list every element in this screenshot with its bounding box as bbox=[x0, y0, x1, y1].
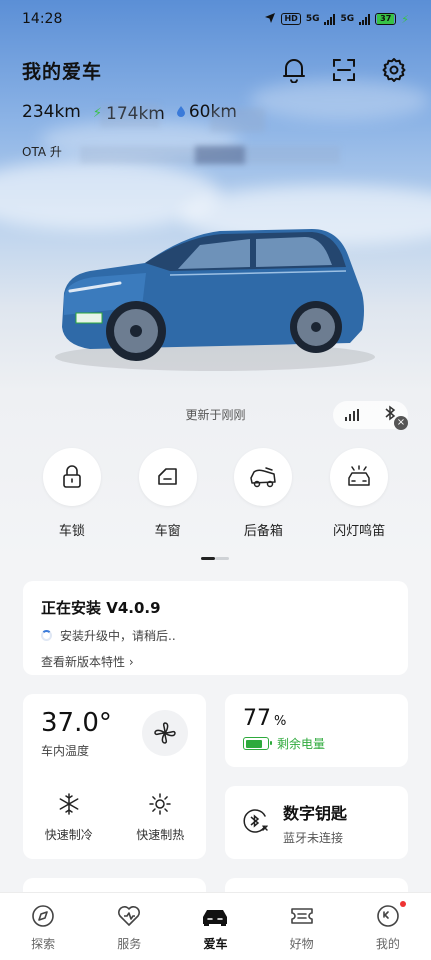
settings-icon[interactable] bbox=[379, 55, 409, 85]
header: 我的爱车 bbox=[22, 52, 409, 88]
battery-indicator: 37 bbox=[375, 13, 397, 25]
quick-cool-label: 快速制冷 bbox=[44, 828, 93, 842]
location-icon bbox=[264, 12, 276, 27]
control-lock[interactable]: 车锁 bbox=[37, 448, 107, 539]
tab-label: 服务 bbox=[117, 937, 142, 951]
page-title: 我的爱车 bbox=[22, 60, 103, 83]
tab-shop[interactable]: 好物 bbox=[272, 903, 332, 960]
bell-icon[interactable] bbox=[279, 55, 309, 85]
explore-icon bbox=[32, 905, 54, 927]
tab-explore[interactable]: 探索 bbox=[13, 903, 73, 960]
privacy-blur bbox=[100, 104, 160, 128]
tab-label: 我的 bbox=[375, 937, 400, 951]
battery-status: 剩余电量 bbox=[243, 735, 390, 752]
status-indicators: HD 5G 5G 37 ⚡ bbox=[264, 12, 409, 27]
charging-icon: ⚡ bbox=[401, 12, 409, 26]
ota-update-card[interactable]: 正在安装 V4.0.9 安装升级中，请稍后.. 查看新版本特性 › bbox=[23, 581, 408, 675]
status-bar: 14:28 HD 5G 5G 37 ⚡ bbox=[0, 0, 431, 38]
control-flash-horn[interactable]: 闪灯鸣笛 bbox=[324, 448, 394, 539]
control-window[interactable]: 车窗 bbox=[133, 448, 203, 539]
car-image[interactable] bbox=[50, 215, 380, 380]
sun-icon bbox=[149, 793, 171, 815]
tab-my-car[interactable]: 爱车 bbox=[185, 903, 245, 960]
quick-controls: 车锁 车窗 后备箱 闪灯鸣笛 bbox=[0, 448, 431, 539]
flash-horn-icon bbox=[330, 448, 389, 506]
tab-label: 探索 bbox=[31, 937, 56, 951]
tab-service[interactable]: 服务 bbox=[99, 903, 159, 960]
privacy-blur bbox=[210, 108, 265, 132]
car-icon bbox=[203, 910, 228, 926]
privacy-blur bbox=[195, 146, 245, 164]
fuel-drop-icon bbox=[176, 102, 185, 122]
quick-heat-button[interactable]: 快速制热 bbox=[136, 792, 184, 843]
digital-key-status: 蓝牙未连接 bbox=[283, 830, 344, 845]
tab-label: 好物 bbox=[289, 937, 314, 951]
battery-card[interactable]: 77% 剩余电量 bbox=[225, 694, 408, 767]
network-label-1: 5G bbox=[305, 14, 320, 24]
total-range: 234km bbox=[22, 102, 81, 122]
scan-icon[interactable] bbox=[329, 55, 359, 85]
release-notes-link[interactable]: 查看新版本特性 › bbox=[41, 653, 390, 670]
snowflake-icon bbox=[59, 793, 79, 815]
hd-badge: HD bbox=[281, 13, 301, 25]
tab-label: 爱车 bbox=[203, 937, 228, 951]
window-icon bbox=[138, 448, 197, 506]
quick-cool-button[interactable]: 快速制冷 bbox=[45, 792, 93, 843]
ota-summary: OTA 升 bbox=[22, 145, 62, 159]
service-icon bbox=[118, 906, 141, 926]
bottom-tab-bar: 探索 服务 爱车 好物 我的 bbox=[0, 892, 431, 960]
fan-icon bbox=[154, 722, 176, 744]
network-label-2: 5G bbox=[340, 14, 355, 24]
battery-icon bbox=[243, 737, 272, 750]
signal-strength-icon bbox=[345, 406, 360, 425]
quick-heat-label: 快速制热 bbox=[136, 828, 185, 842]
ota-status: 安装升级中，请稍后.. bbox=[41, 627, 390, 644]
control-label: 车锁 bbox=[58, 524, 85, 539]
control-label: 车窗 bbox=[154, 524, 181, 539]
bluetooth-key-icon bbox=[241, 806, 271, 840]
tab-profile[interactable]: 我的 bbox=[358, 901, 418, 960]
ota-title: 正在安装 V4.0.9 bbox=[41, 599, 161, 617]
close-icon[interactable]: × bbox=[394, 416, 408, 430]
signal-icon bbox=[324, 13, 336, 25]
control-trunk[interactable]: 后备箱 bbox=[228, 448, 298, 539]
trunk-icon bbox=[234, 448, 293, 506]
digital-key-card[interactable]: 数字钥匙 蓝牙未连接 bbox=[225, 786, 408, 859]
fan-button[interactable] bbox=[142, 710, 188, 756]
climate-card: 37.0° 车内温度 快速制冷 快速制热 bbox=[23, 694, 206, 859]
page-indicator bbox=[201, 557, 229, 560]
signal-icon-2 bbox=[359, 13, 371, 25]
digital-key-title: 数字钥匙 bbox=[283, 803, 348, 823]
loading-spinner-icon bbox=[41, 630, 52, 641]
profile-icon bbox=[377, 905, 399, 927]
notification-dot bbox=[399, 901, 406, 907]
shop-icon bbox=[290, 908, 313, 924]
control-label: 后备箱 bbox=[243, 524, 283, 539]
status-time: 14:28 bbox=[22, 11, 63, 27]
lock-icon bbox=[42, 448, 101, 506]
battery-level: 77% bbox=[243, 706, 287, 731]
control-label: 闪灯鸣笛 bbox=[333, 524, 386, 539]
